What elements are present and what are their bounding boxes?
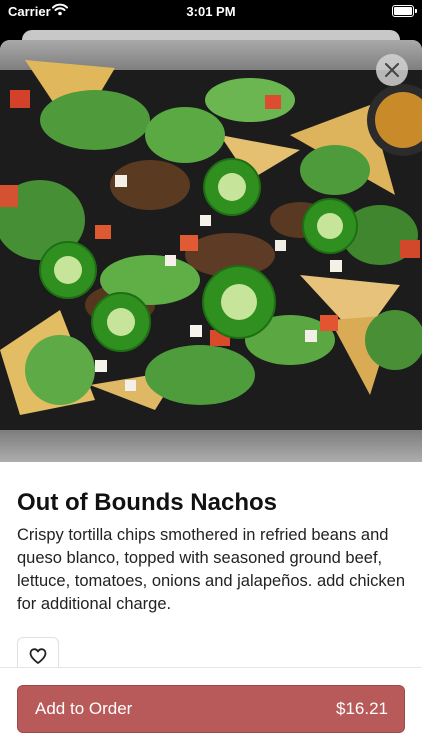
status-bar: Carrier 3:01 PM <box>0 0 422 22</box>
add-to-order-label: Add to Order <box>35 699 133 718</box>
nachos-illustration <box>0 60 422 430</box>
battery-icon <box>392 5 417 17</box>
item-detail-sheet: Out of Bounds Nachos Crispy tortilla chi… <box>0 40 422 750</box>
close-icon <box>385 63 399 77</box>
close-button[interactable] <box>376 54 408 86</box>
status-time: 3:01 PM <box>186 4 236 19</box>
add-to-order-button[interactable]: Add to Order $16.21 <box>17 685 405 733</box>
item-title: Out of Bounds Nachos <box>17 489 277 516</box>
bottom-action-bar: Add to Order $16.21 <box>0 667 422 750</box>
item-price: $16.21 <box>336 699 388 718</box>
item-description: Crispy tortilla chips smothered in refri… <box>17 526 406 613</box>
item-photo <box>0 40 422 462</box>
heart-icon <box>29 648 47 664</box>
